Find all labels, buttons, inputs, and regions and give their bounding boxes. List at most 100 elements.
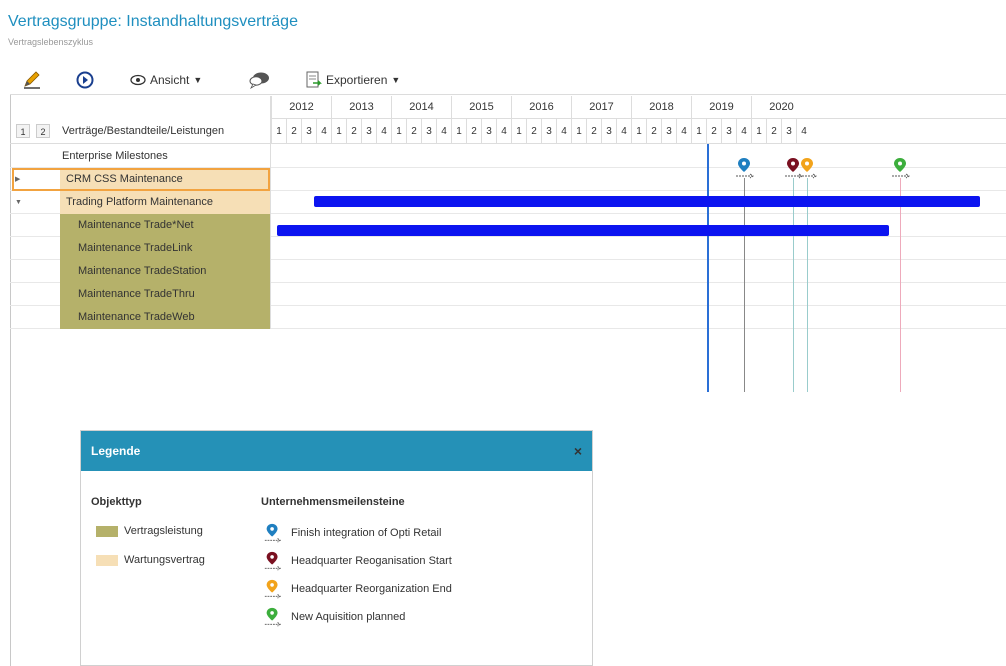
row-crm-css-maintenance[interactable]: ▶ CRM CSS Maintenance bbox=[10, 168, 1006, 191]
quarter-header: 3 bbox=[601, 119, 616, 144]
quarter-header: 3 bbox=[721, 119, 736, 144]
quarter-header: 4 bbox=[796, 119, 811, 144]
legend-label: Headquarter Reorganization End bbox=[291, 583, 452, 595]
quarter-header: 1 bbox=[751, 119, 766, 144]
legend-milestone-1: Finish integration of Opti Retail bbox=[261, 523, 441, 543]
quarter-header: 1 bbox=[511, 119, 526, 144]
legend-title: Legende bbox=[91, 444, 141, 458]
quarter-header: 2 bbox=[706, 119, 721, 144]
quarter-header: 3 bbox=[661, 119, 676, 144]
legend-milestone-2: Headquarter Reoganisation Start bbox=[261, 551, 452, 571]
chevron-down-icon: ▼ bbox=[193, 74, 203, 85]
quarter-header: 4 bbox=[436, 119, 451, 144]
edit-button[interactable] bbox=[22, 64, 42, 95]
year-header: 2017 bbox=[571, 96, 631, 119]
view-menu[interactable]: Ansicht ▼ bbox=[130, 64, 202, 95]
quarter-header: 1 bbox=[391, 119, 406, 144]
close-icon[interactable]: × bbox=[574, 431, 582, 471]
year-header: 2015 bbox=[451, 96, 511, 119]
year-header-row: 2012 2013 2014 2015 2016 2017 2018 2019 2020 bbox=[271, 96, 1006, 119]
row-label: Trading Platform Maintenance bbox=[66, 196, 213, 208]
year-header: 2016 bbox=[511, 96, 571, 119]
quarter-header: 3 bbox=[541, 119, 556, 144]
year-header: 2018 bbox=[631, 96, 691, 119]
quarter-header: 3 bbox=[301, 119, 316, 144]
quarter-header: 1 bbox=[451, 119, 466, 144]
eye-icon bbox=[130, 74, 146, 85]
legend-panel: Legende × Objekttyp Vertragsleistung War… bbox=[80, 430, 593, 666]
quarter-header: 2 bbox=[406, 119, 421, 144]
quarter-header: 2 bbox=[286, 119, 301, 144]
row-label: Maintenance TradeLink bbox=[78, 242, 193, 254]
quarter-header: 4 bbox=[316, 119, 331, 144]
quarter-header: 1 bbox=[331, 119, 346, 144]
comments-button[interactable] bbox=[248, 64, 270, 95]
quarter-header: 3 bbox=[781, 119, 796, 144]
year-header: 2014 bbox=[391, 96, 451, 119]
row-maintenance-tradethru[interactable]: Maintenance TradeThru bbox=[10, 283, 1006, 306]
quarter-header: 4 bbox=[676, 119, 691, 144]
legend-header: Legende × bbox=[81, 431, 592, 471]
gantt-bar-crm-css-maintenance[interactable] bbox=[314, 196, 980, 207]
page-subtitle: Vertragslebenszyklus bbox=[8, 37, 94, 47]
milestone-line bbox=[793, 178, 794, 392]
export-menu[interactable]: Exportieren ▼ bbox=[306, 64, 400, 95]
row-maintenance-tradeweb[interactable]: Maintenance TradeWeb bbox=[10, 306, 1006, 329]
milestone-pin-blue-icon[interactable] bbox=[734, 157, 756, 179]
legend-label: Wartungsvertrag bbox=[124, 554, 205, 566]
row-label: Enterprise Milestones bbox=[62, 150, 168, 162]
quarter-header: 3 bbox=[421, 119, 436, 144]
export-label: Exportieren bbox=[326, 72, 388, 87]
column-divider bbox=[270, 96, 271, 329]
color-swatch bbox=[96, 554, 118, 566]
today-line bbox=[707, 144, 709, 392]
quarter-header: 4 bbox=[376, 119, 391, 144]
row-maintenance-tradestation[interactable]: Maintenance TradeStation bbox=[10, 260, 1006, 283]
milestone-pin-orange-icon[interactable] bbox=[797, 157, 819, 179]
quarter-header: 1 bbox=[691, 119, 706, 144]
legend-milestone-3: Headquarter Reorganization End bbox=[261, 579, 452, 599]
quarter-header: 2 bbox=[526, 119, 541, 144]
row-label: Maintenance TradeThru bbox=[78, 288, 195, 300]
speech-bubble-icon bbox=[249, 72, 269, 89]
legend-item-wartungsvertrag: Wartungsvertrag bbox=[96, 554, 205, 566]
collapse-arrow-icon[interactable]: ▼ bbox=[15, 191, 27, 214]
quarter-header: 1 bbox=[631, 119, 646, 144]
gantt-chart: 2012 2013 2014 2015 2016 2017 2018 2019 2020 1 2… bbox=[10, 96, 1006, 394]
chevron-down-icon: ▼ bbox=[391, 74, 401, 85]
quarter-header: 2 bbox=[346, 119, 361, 144]
go-button[interactable] bbox=[76, 64, 94, 95]
quarter-header: 2 bbox=[586, 119, 601, 144]
view-label: Ansicht bbox=[150, 72, 190, 87]
milestone-pin-blue-icon bbox=[264, 523, 282, 543]
quarter-header-row: 1 2 Verträge/Bestandteile/Leistungen 123… bbox=[10, 119, 1006, 144]
toolbar: Ansicht ▼ Exportieren ▼ bbox=[10, 64, 1006, 95]
quarter-header: 4 bbox=[616, 119, 631, 144]
legend-label: Headquarter Reoganisation Start bbox=[291, 555, 452, 567]
color-swatch bbox=[96, 525, 118, 537]
row-enterprise-milestones: Enterprise Milestones bbox=[10, 145, 1006, 168]
pencil-icon bbox=[24, 70, 40, 89]
level-1-button[interactable]: 1 bbox=[16, 124, 30, 138]
quarter-header: 4 bbox=[556, 119, 571, 144]
quarter-header: 1 bbox=[271, 119, 286, 144]
quarter-header: 2 bbox=[646, 119, 661, 144]
row-maintenance-tradelink[interactable]: Maintenance TradeLink bbox=[10, 237, 1006, 260]
column-header: Verträge/Bestandteile/Leistungen bbox=[62, 125, 225, 137]
objtype-heading: Objekttyp bbox=[91, 496, 142, 508]
gantt-bar-trading-platform-maintenance[interactable] bbox=[277, 225, 889, 236]
milestone-line bbox=[807, 178, 808, 392]
quarter-header: 3 bbox=[481, 119, 496, 144]
level-2-button[interactable]: 2 bbox=[36, 124, 50, 138]
milestones-heading: Unternehmensmeilensteine bbox=[261, 496, 405, 508]
milestone-pin-orange-icon bbox=[264, 579, 282, 599]
arrow-circle-icon bbox=[76, 71, 94, 88]
milestone-pin-darkred-icon bbox=[264, 551, 282, 571]
legend-label: New Aquisition planned bbox=[291, 611, 406, 623]
milestone-line bbox=[900, 178, 901, 392]
row-label: Maintenance TradeStation bbox=[78, 265, 207, 277]
year-header: 2019 bbox=[691, 96, 751, 119]
year-header: 2012 bbox=[271, 96, 331, 119]
milestone-pin-green-icon[interactable] bbox=[890, 157, 912, 179]
row-label: Maintenance TradeWeb bbox=[78, 311, 195, 323]
